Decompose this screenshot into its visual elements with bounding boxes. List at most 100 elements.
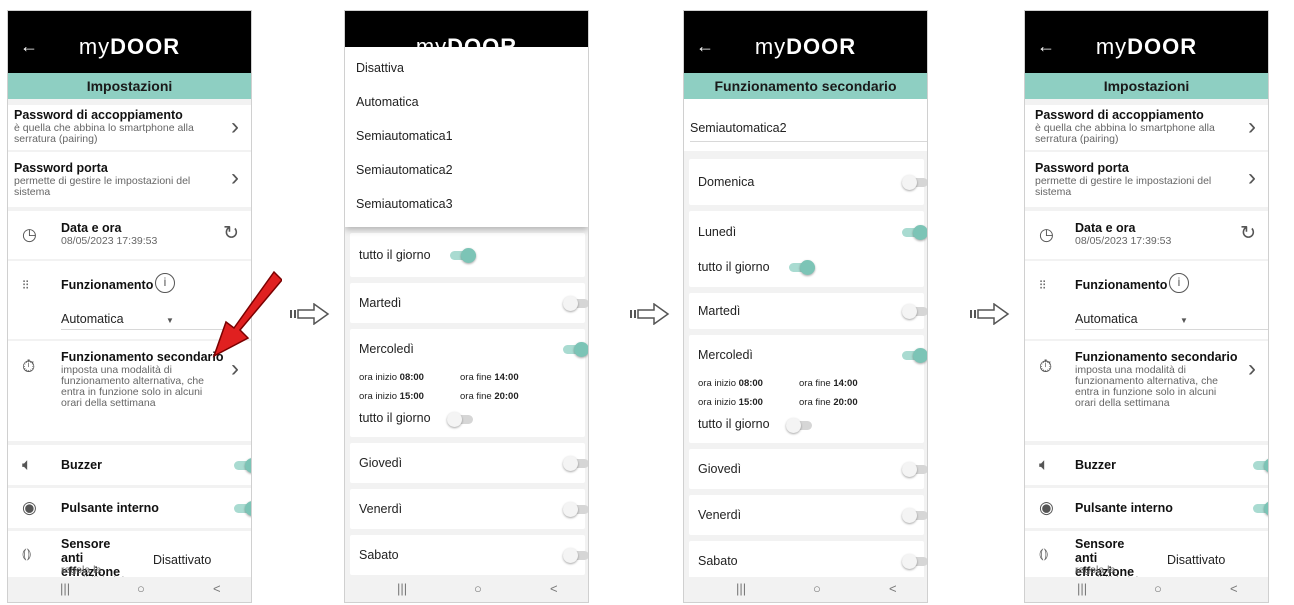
internal-button-toggle[interactable] (1253, 501, 1268, 516)
slot1-end[interactable]: ora fine 14:00 (460, 372, 519, 383)
day-card-friday: Venerdì (350, 489, 588, 529)
day-toggle[interactable] (902, 304, 927, 319)
all-day-label: tutto il giorno (359, 411, 431, 425)
day-toggle[interactable] (563, 342, 588, 357)
day-toggle[interactable] (563, 548, 588, 563)
pairing-title: Password di accoppiamento (14, 108, 183, 122)
datetime-row: ◷ Data e ora 08/05/2023 17:39:53 ↻ (8, 211, 251, 259)
recents-button[interactable]: ||| (736, 581, 746, 596)
home-button[interactable]: ○ (813, 581, 821, 596)
home-button[interactable]: ○ (1154, 581, 1162, 596)
refresh-icon[interactable]: ↻ (223, 222, 239, 246)
dial-pad-icon: ⁝⁝ (22, 277, 29, 292)
flow-arrow-icon (290, 303, 330, 325)
info-icon[interactable]: i (1169, 273, 1189, 293)
mode-row: ⁝⁝ Funzionamento i Automatica ▼ (1025, 261, 1268, 339)
flow-arrow-icon (630, 303, 670, 325)
day-card-wednesday: Mercoledì ora inizio 08:00 ora fine 14:0… (350, 329, 588, 437)
info-icon[interactable]: i (155, 273, 175, 293)
radio-button-icon: ◉ (22, 498, 37, 517)
door-password-row[interactable]: Password porta permette di gestire le im… (1025, 152, 1268, 207)
annotation-arrow-red (212, 270, 282, 358)
mode-select[interactable]: Automatica (1075, 312, 1138, 326)
pairing-password-row[interactable]: Password di accoppiamento è quella che a… (8, 105, 251, 150)
day-toggle[interactable] (563, 296, 588, 311)
slot2-end[interactable]: ora fine 20:00 (460, 391, 519, 402)
menu-option-semiautomatica3[interactable]: Semiautomatica3 (356, 197, 453, 211)
phone-screen-secondary-dropdown: myDOOR tutto il giorno Martedì Mercoledì… (344, 10, 589, 603)
internal-button-title: Pulsante interno (61, 501, 159, 515)
buzzer-toggle[interactable] (1253, 458, 1268, 473)
all-day-toggle[interactable] (450, 248, 476, 263)
nav-back-button[interactable]: < (1230, 581, 1238, 596)
page-title: Impostazioni (1025, 73, 1268, 99)
door-password-subtitle: permette di gestire le impostazioni del … (14, 175, 191, 198)
sensor-row: ⦅⦆ Sensore anti effrazione regola la sen… (8, 531, 251, 587)
sensor-select[interactable]: Disattivato (153, 553, 211, 567)
day-toggle[interactable] (902, 462, 927, 477)
door-password-subtitle: permette di gestire le impostazioni del … (1035, 175, 1212, 198)
slot1-start[interactable]: ora inizio 08:00 (698, 378, 763, 389)
day-toggle[interactable] (902, 175, 927, 190)
recents-button[interactable]: ||| (397, 581, 407, 596)
nav-back-button[interactable]: < (213, 581, 221, 596)
slot2-end[interactable]: ora fine 20:00 (799, 397, 858, 408)
day-toggle[interactable] (902, 554, 927, 569)
day-toggle[interactable] (902, 348, 927, 363)
sensor-select[interactable]: Disattivato (1167, 553, 1225, 567)
clock-icon: ◷ (22, 225, 37, 244)
refresh-icon[interactable]: ↻ (1240, 222, 1256, 246)
day-toggle[interactable] (902, 508, 927, 523)
caret-down-icon: ▼ (1180, 316, 1188, 325)
all-day-label: tutto il giorno (698, 260, 770, 274)
day-name: Martedì (698, 304, 741, 318)
day-toggle[interactable] (563, 456, 588, 471)
door-password-row[interactable]: Password porta permette di gestire le im… (8, 152, 251, 207)
internal-button-toggle[interactable] (234, 501, 251, 516)
all-day-toggle[interactable] (447, 412, 473, 427)
internal-button-row: ◉ Pulsante interno (1025, 488, 1268, 528)
day-name: Venerdì (359, 502, 403, 516)
slot1-start[interactable]: ora inizio 08:00 (359, 372, 424, 383)
day-name: Giovedì (359, 456, 403, 470)
recents-button[interactable]: ||| (1077, 581, 1087, 596)
mode-select[interactable]: Automatica (61, 312, 124, 326)
buzzer-toggle[interactable] (234, 458, 251, 473)
vibration-icon: ⦅⦆ (1039, 545, 1049, 561)
home-button[interactable]: ○ (474, 581, 482, 596)
dial-pad-icon: ⁝⁝ (1039, 277, 1046, 292)
slot2-start[interactable]: ora inizio 15:00 (698, 397, 763, 408)
menu-option-semiautomatica1[interactable]: Semiautomatica1 (356, 129, 453, 143)
monday-all-day-card: tutto il giorno (350, 233, 585, 277)
menu-option-semiautomatica2[interactable]: Semiautomatica2 (356, 163, 453, 177)
day-toggle[interactable] (902, 225, 927, 240)
all-day-toggle[interactable] (786, 418, 812, 433)
day-toggle[interactable] (563, 502, 588, 517)
secondary-mode-row[interactable]: ⏱ Funzionamento secondario imposta una m… (1025, 341, 1268, 441)
nav-back-button[interactable]: < (889, 581, 897, 596)
door-password-title: Password porta (14, 161, 108, 175)
day-card-saturday: Sabato (689, 541, 927, 581)
menu-option-automatica[interactable]: Automatica (356, 95, 419, 109)
secondary-subtitle: imposta una modalità di funzionamento al… (1075, 364, 1219, 409)
datetime-title: Data e ora (61, 221, 122, 235)
buzzer-row: 🔈︎ Buzzer (8, 445, 251, 485)
day-name: Mercoledì (359, 342, 414, 356)
all-day-toggle[interactable] (789, 260, 815, 275)
slot1-end[interactable]: ora fine 14:00 (799, 378, 858, 389)
datetime-value: 08/05/2023 17:39:53 (1075, 235, 1172, 247)
recents-button[interactable]: ||| (60, 581, 70, 596)
secondary-title: Funzionamento secondario (61, 350, 224, 364)
home-button[interactable]: ○ (137, 581, 145, 596)
menu-option-disattiva[interactable]: Disattiva (356, 61, 404, 75)
secondary-title: Funzionamento secondario (1075, 350, 1238, 364)
day-name: Mercoledì (698, 348, 753, 362)
mode-select-row[interactable]: Semiautomatica2 ▼ (684, 99, 927, 151)
secondary-mode-select[interactable]: Semiautomatica2 (690, 121, 787, 135)
pairing-password-row[interactable]: Password di accoppiamento è quella che a… (1025, 105, 1268, 150)
chevron-right-icon: › (1248, 164, 1256, 191)
datetime-value: 08/05/2023 17:39:53 (61, 235, 158, 247)
slot2-start[interactable]: ora inizio 15:00 (359, 391, 424, 402)
nav-back-button[interactable]: < (550, 581, 558, 596)
day-card-wednesday: Mercoledì ora inizio 08:00 ora fine 14:0… (689, 335, 927, 443)
